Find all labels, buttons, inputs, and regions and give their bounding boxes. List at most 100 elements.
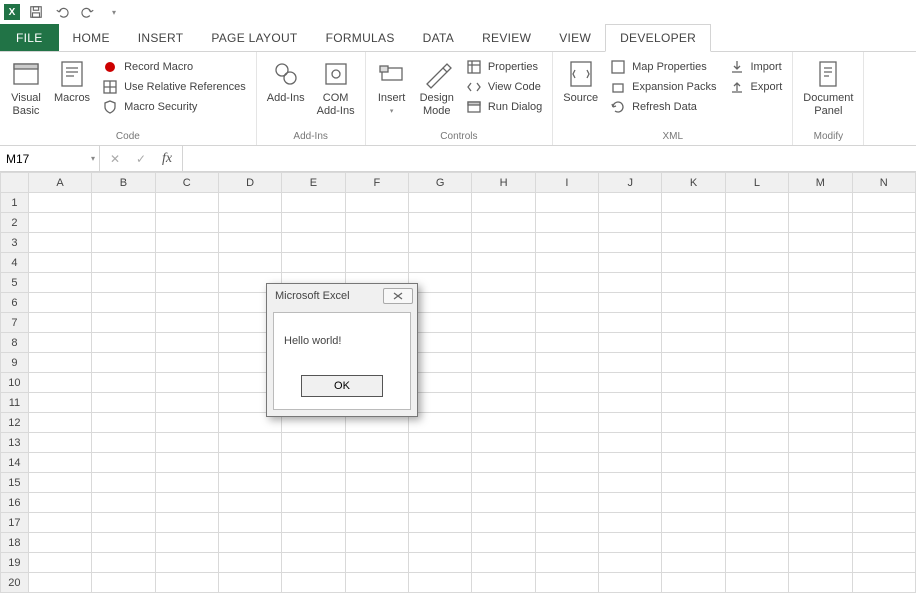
cell[interactable] — [535, 293, 598, 313]
cell[interactable] — [535, 433, 598, 453]
cell[interactable] — [409, 433, 472, 453]
cancel-formula-button[interactable]: ✕ — [106, 150, 124, 168]
cell[interactable] — [92, 293, 155, 313]
cell[interactable] — [345, 573, 408, 593]
cell[interactable] — [92, 193, 155, 213]
cell[interactable] — [28, 453, 91, 473]
row-header[interactable]: 15 — [1, 473, 29, 493]
cell[interactable] — [28, 333, 91, 353]
cell[interactable] — [789, 253, 852, 273]
cell[interactable] — [789, 313, 852, 333]
cell[interactable] — [852, 373, 915, 393]
cell[interactable] — [725, 553, 788, 573]
row-header[interactable]: 11 — [1, 393, 29, 413]
cell[interactable] — [282, 433, 345, 453]
cell[interactable] — [472, 433, 535, 453]
cell[interactable] — [725, 513, 788, 533]
tab-insert[interactable]: INSERT — [124, 24, 198, 51]
cell[interactable] — [599, 513, 662, 533]
cell[interactable] — [599, 473, 662, 493]
cell[interactable] — [789, 533, 852, 553]
refresh-data-button[interactable]: Refresh Data — [606, 98, 720, 116]
cell[interactable] — [28, 413, 91, 433]
cell[interactable] — [535, 333, 598, 353]
dialog-close-button[interactable] — [383, 288, 413, 304]
cell[interactable] — [345, 553, 408, 573]
cell[interactable] — [345, 453, 408, 473]
cell[interactable] — [789, 393, 852, 413]
cell[interactable] — [789, 213, 852, 233]
view-code-button[interactable]: View Code — [462, 78, 546, 96]
cell[interactable] — [28, 573, 91, 593]
cell[interactable] — [345, 213, 408, 233]
dialog-ok-button[interactable]: OK — [301, 375, 383, 397]
cell[interactable] — [852, 433, 915, 453]
use-relative-references-button[interactable]: Use Relative References — [98, 78, 250, 96]
cell[interactable] — [599, 313, 662, 333]
cell[interactable] — [92, 493, 155, 513]
cell[interactable] — [28, 513, 91, 533]
tab-formulas[interactable]: FORMULAS — [312, 24, 409, 51]
cell[interactable] — [472, 193, 535, 213]
cell[interactable] — [725, 193, 788, 213]
cell[interactable] — [789, 193, 852, 213]
cell[interactable] — [662, 433, 725, 453]
cell[interactable] — [535, 553, 598, 573]
cell[interactable] — [409, 393, 472, 413]
macro-security-button[interactable]: Macro Security — [98, 98, 250, 116]
cell[interactable] — [662, 413, 725, 433]
cell[interactable] — [852, 413, 915, 433]
cell[interactable] — [92, 253, 155, 273]
cell[interactable] — [852, 353, 915, 373]
cell[interactable] — [409, 373, 472, 393]
cell[interactable] — [789, 473, 852, 493]
cell[interactable] — [155, 453, 218, 473]
com-addins-button[interactable]: COMAdd-Ins — [313, 56, 359, 129]
cell[interactable] — [599, 273, 662, 293]
cell[interactable] — [662, 453, 725, 473]
cell[interactable] — [662, 333, 725, 353]
cell[interactable] — [345, 533, 408, 553]
cell[interactable] — [472, 413, 535, 433]
row-header[interactable]: 12 — [1, 413, 29, 433]
properties-button[interactable]: Properties — [462, 58, 546, 76]
cell[interactable] — [92, 513, 155, 533]
row-header[interactable]: 5 — [1, 273, 29, 293]
cell[interactable] — [852, 513, 915, 533]
cell[interactable] — [155, 393, 218, 413]
tab-page-layout[interactable]: PAGE LAYOUT — [197, 24, 311, 51]
select-all-corner[interactable] — [1, 173, 29, 193]
undo-button[interactable] — [52, 2, 72, 22]
cell[interactable] — [535, 353, 598, 373]
cell[interactable] — [852, 193, 915, 213]
cell[interactable] — [409, 493, 472, 513]
cell[interactable] — [535, 493, 598, 513]
cell[interactable] — [409, 573, 472, 593]
cell[interactable] — [282, 493, 345, 513]
cell[interactable] — [155, 573, 218, 593]
cell[interactable] — [282, 513, 345, 533]
cell[interactable] — [789, 493, 852, 513]
cell[interactable] — [662, 513, 725, 533]
cell[interactable] — [409, 233, 472, 253]
cell[interactable] — [472, 453, 535, 473]
cell[interactable] — [282, 553, 345, 573]
row-header[interactable]: 1 — [1, 193, 29, 213]
column-header[interactable]: B — [92, 173, 155, 193]
cell[interactable] — [155, 233, 218, 253]
import-button[interactable]: Import — [725, 58, 787, 76]
cell[interactable] — [852, 213, 915, 233]
row-header[interactable]: 8 — [1, 333, 29, 353]
cell[interactable] — [92, 573, 155, 593]
cell[interactable] — [28, 233, 91, 253]
column-header[interactable]: K — [662, 173, 725, 193]
cell[interactable] — [345, 433, 408, 453]
cell[interactable] — [282, 233, 345, 253]
cell[interactable] — [472, 373, 535, 393]
cell[interactable] — [409, 353, 472, 373]
name-box-input[interactable] — [6, 152, 93, 166]
cell[interactable] — [599, 353, 662, 373]
cell[interactable] — [599, 453, 662, 473]
cell[interactable] — [662, 493, 725, 513]
column-header[interactable]: C — [155, 173, 218, 193]
